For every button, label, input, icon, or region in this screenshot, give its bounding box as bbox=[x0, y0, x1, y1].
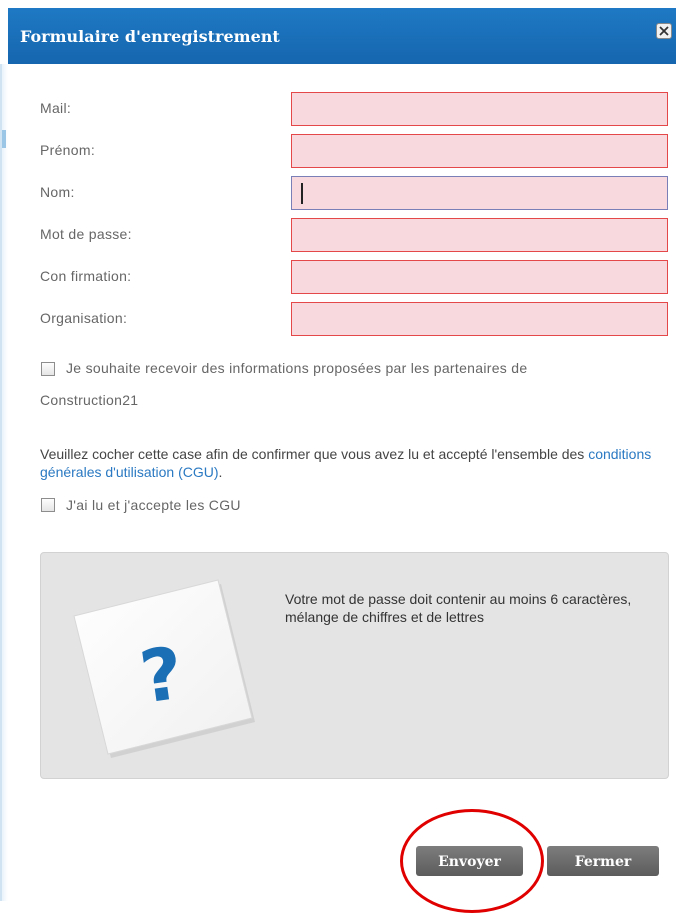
left-border-marker bbox=[2, 130, 6, 148]
confirmation-label: Con firmation: bbox=[40, 268, 132, 284]
partners-checkbox[interactable] bbox=[41, 362, 55, 376]
question-mark-icon: ? bbox=[68, 578, 256, 758]
left-border bbox=[0, 0, 8, 901]
close-button[interactable]: Fermer bbox=[547, 846, 659, 876]
cgu-checkbox-label: J'ai lu et j'accepte les CGU bbox=[66, 497, 241, 513]
title-bar: Formulaire d'enregistrement bbox=[0, 0, 680, 64]
partners-checkbox-label-continued: Construction21 bbox=[40, 392, 139, 408]
dialog-title: Formulaire d'enregistrement bbox=[20, 27, 280, 46]
form-row-organisation: Organisation: bbox=[40, 302, 670, 338]
form-row-prenom: Prénom: bbox=[40, 134, 670, 170]
highlight-circle-annotation bbox=[400, 809, 544, 913]
partners-checkbox-label: Je souhaite recevoir des informations pr… bbox=[66, 360, 528, 376]
title-bar-background: Formulaire d'enregistrement bbox=[8, 8, 676, 64]
nom-field[interactable] bbox=[291, 176, 668, 210]
form-row-password: Mot de passe: bbox=[40, 218, 670, 254]
cgu-notice: Veuillez cocher cette case afin de confi… bbox=[40, 445, 660, 481]
nom-label: Nom: bbox=[40, 184, 75, 200]
mail-field[interactable] bbox=[291, 92, 668, 126]
mail-label: Mail: bbox=[40, 100, 72, 116]
cgu-notice-end: . bbox=[218, 464, 223, 480]
close-icon[interactable] bbox=[656, 23, 672, 39]
confirmation-field[interactable] bbox=[291, 260, 668, 294]
password-field[interactable] bbox=[291, 218, 668, 252]
cgu-notice-text: Veuillez cocher cette case afin de confi… bbox=[40, 446, 589, 462]
password-label: Mot de passe: bbox=[40, 226, 132, 242]
form-row-mail: Mail: bbox=[40, 92, 670, 128]
form-row-nom: Nom: bbox=[40, 176, 670, 212]
prenom-label: Prénom: bbox=[40, 142, 96, 158]
password-info-text: Votre mot de passe doit contenir au moin… bbox=[285, 591, 632, 625]
organisation-label: Organisation: bbox=[40, 310, 128, 326]
registration-dialog: Formulaire d'enregistrement Mail: Prénom… bbox=[0, 0, 680, 913]
organisation-field[interactable] bbox=[291, 302, 668, 336]
cgu-checkbox[interactable] bbox=[41, 498, 55, 512]
form-row-confirmation: Con firmation: bbox=[40, 260, 670, 296]
text-caret bbox=[301, 183, 303, 204]
prenom-field[interactable] bbox=[291, 134, 668, 168]
